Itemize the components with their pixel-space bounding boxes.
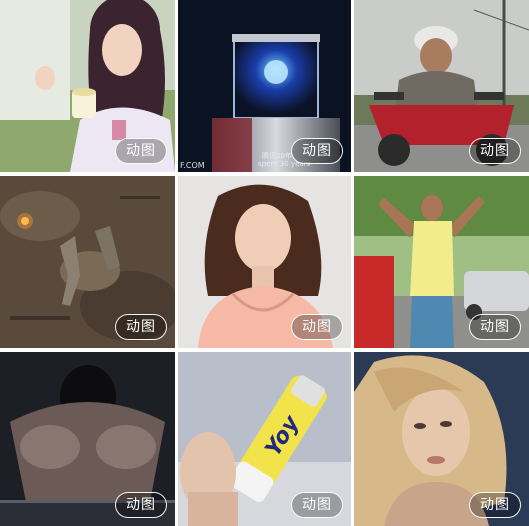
- watermark-text: F.COM: [180, 161, 205, 170]
- gif-badge: 动图: [115, 314, 167, 340]
- device-caption-cn: 腾讯30年: [262, 151, 292, 160]
- gif-tile-glowing-device[interactable]: 腾讯30年 spent 30 years F.COM 动图: [178, 0, 351, 172]
- gif-tile-man-on-scooter[interactable]: 动图: [354, 0, 529, 172]
- gif-badge: 动图: [115, 138, 167, 164]
- gif-badge: 动图: [291, 492, 343, 518]
- gif-tile-blonde-woman[interactable]: 动图: [354, 352, 529, 526]
- gif-tile-battlefield-figures[interactable]: 动图: [0, 176, 175, 348]
- gif-tile-tube-product[interactable]: Yoy 动图: [178, 352, 351, 526]
- gif-badge: 动图: [115, 492, 167, 518]
- gif-tile-woman-looking-down[interactable]: 动图: [178, 176, 351, 348]
- gif-badge: 动图: [291, 138, 343, 164]
- gif-badge: 动图: [469, 138, 521, 164]
- gif-tile-girl-eating[interactable]: 动图: [0, 0, 175, 172]
- gif-badge: 动图: [469, 492, 521, 518]
- gif-badge: 动图: [469, 314, 521, 340]
- gif-badge: 动图: [291, 314, 343, 340]
- gif-tile-muscular-man[interactable]: 动图: [0, 352, 175, 526]
- gif-tile-dancing-man[interactable]: 动图: [354, 176, 529, 348]
- gif-gallery-grid: 动图 腾讯30年 spent 30 years F.COM 动图 动图 动图 动…: [0, 0, 529, 526]
